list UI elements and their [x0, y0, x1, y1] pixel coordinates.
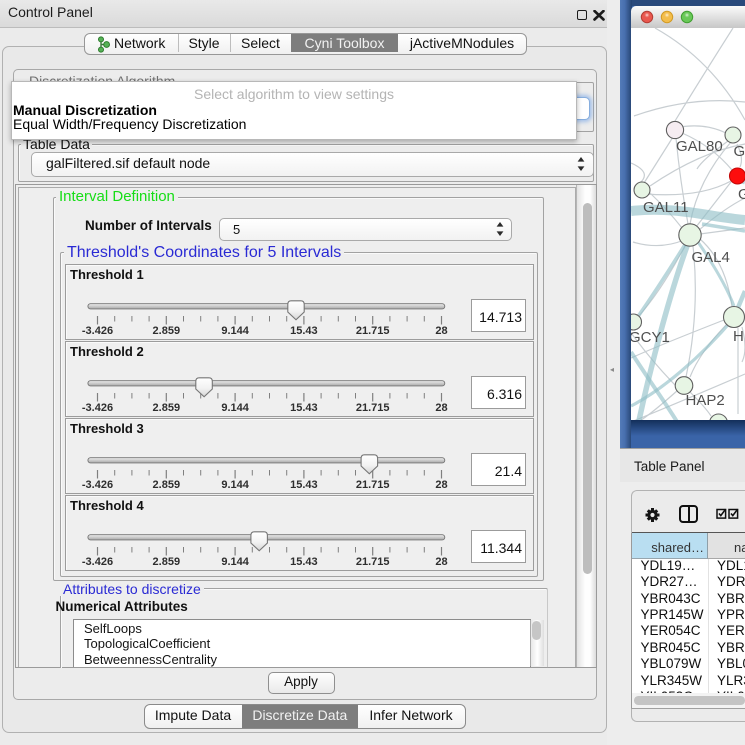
svg-text:21.715: 21.715 [355, 556, 389, 568]
svg-text:2.859: 2.859 [152, 479, 180, 491]
svg-text:15.43: 15.43 [290, 479, 318, 491]
svg-text:21.715: 21.715 [355, 325, 389, 337]
svg-text:GA: GA [734, 143, 745, 160]
svg-text:21.715: 21.715 [355, 402, 389, 414]
svg-text:-3.426: -3.426 [81, 402, 112, 414]
svg-text:15.43: 15.43 [290, 402, 318, 414]
svg-text:15.43: 15.43 [290, 556, 318, 568]
svg-text:H: H [733, 328, 744, 345]
svg-text:28: 28 [435, 402, 447, 414]
svg-text:GAL80: GAL80 [676, 138, 723, 155]
svg-text:2.859: 2.859 [152, 556, 180, 568]
svg-text:21.715: 21.715 [355, 479, 389, 491]
svg-text:28: 28 [435, 479, 447, 491]
svg-text:28: 28 [435, 556, 447, 568]
svg-text:-3.426: -3.426 [81, 325, 112, 337]
svg-text:GAL11: GAL11 [643, 199, 689, 216]
svg-text:9.144: 9.144 [221, 479, 249, 491]
svg-text:2.859: 2.859 [152, 402, 180, 414]
svg-text:-3.426: -3.426 [81, 556, 112, 568]
svg-text:2.859: 2.859 [152, 325, 180, 337]
svg-text:9.144: 9.144 [221, 325, 249, 337]
svg-text:9.144: 9.144 [221, 556, 249, 568]
svg-text:HAP2: HAP2 [686, 392, 725, 409]
svg-text:-3.426: -3.426 [81, 479, 112, 491]
svg-text:GCY1: GCY1 [631, 329, 670, 346]
svg-text:28: 28 [435, 325, 447, 337]
svg-text:GAL4: GAL4 [692, 249, 730, 266]
svg-text:9.144: 9.144 [221, 402, 249, 414]
svg-text:G: G [738, 186, 745, 203]
svg-text:15.43: 15.43 [290, 325, 318, 337]
